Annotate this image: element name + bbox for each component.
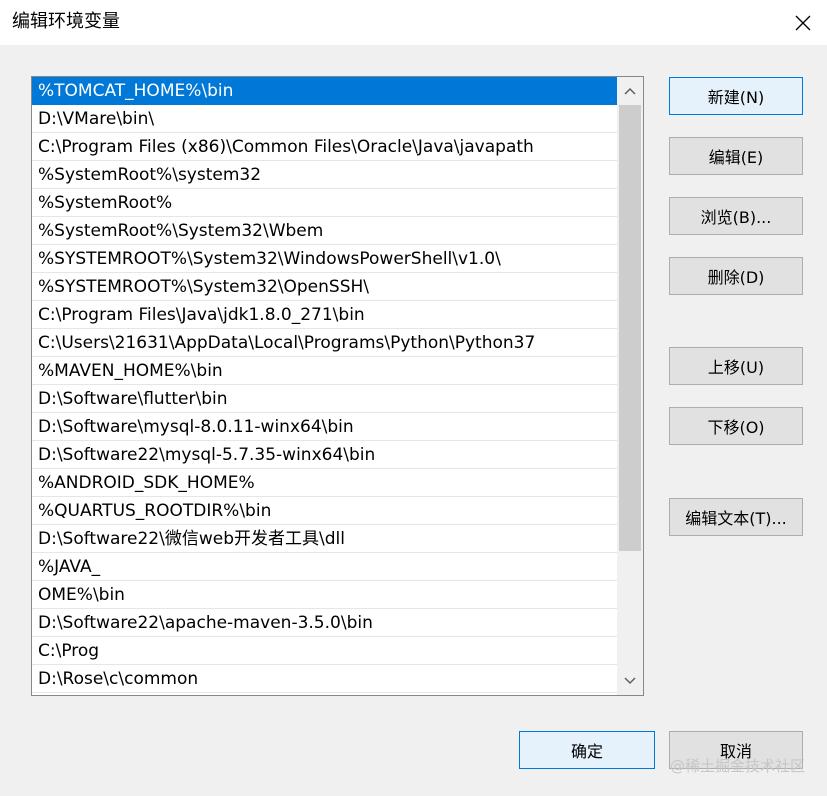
list-item[interactable]: D:\Software\flutter\bin [32, 385, 617, 413]
list-item[interactable]: C:\Program Files (x86)\Common Files\Orac… [32, 133, 617, 161]
list-item[interactable]: %TOMCAT_HOME%\bin [32, 77, 617, 105]
list-item[interactable]: C:\Program Files\Java\jdk1.8.0_271\bin [32, 301, 617, 329]
list-item[interactable]: D:\Software22\mysql-5.7.35-winx64\bin [32, 441, 617, 469]
edit-button[interactable]: 编辑(E) [669, 137, 803, 175]
window-title: 编辑环境变量 [12, 11, 120, 32]
edit-text-button[interactable]: 编辑文本(T)... [669, 498, 803, 536]
title-bar: 编辑环境变量 [0, 0, 827, 45]
chevron-up-icon [624, 87, 636, 95]
list-item[interactable]: C:\Users\21631\AppData\Local\Programs\Py… [32, 329, 617, 357]
delete-button[interactable]: 删除(D) [669, 257, 803, 295]
move-up-button[interactable]: 上移(U) [669, 347, 803, 385]
list-item[interactable]: %ANDROID_SDK_HOME% [32, 469, 617, 497]
list-item[interactable]: %JAVA_ [32, 553, 617, 581]
scrollbar-thumb[interactable] [619, 105, 641, 551]
list-item[interactable]: D:\Software22\微信web开发者工具\dll [32, 525, 617, 553]
ok-button[interactable]: 确定 [519, 731, 655, 769]
list-item[interactable]: %SystemRoot%\System32\Wbem [32, 217, 617, 245]
path-list-rows: %TOMCAT_HOME%\bin D:\VMare\bin\ C:\Program… [32, 77, 617, 693]
list-item[interactable]: D:\VMare\bin\ [32, 105, 617, 133]
list-item[interactable]: D:\Software\mysql-8.0.11-winx64\bin [32, 413, 617, 441]
list-item[interactable]: %QUARTUS_ROOTDIR%\bin [32, 497, 617, 525]
close-icon [795, 15, 811, 30]
new-button[interactable]: 新建(N) [669, 77, 803, 115]
list-item[interactable]: %SYSTEMROOT%\System32\WindowsPowerShell\… [32, 245, 617, 273]
path-list[interactable]: %TOMCAT_HOME%\bin D:\VMare\bin\ C:\Program… [31, 76, 644, 696]
browse-button[interactable]: 浏览(B)... [669, 197, 803, 235]
list-item[interactable]: OME%\bin [32, 581, 617, 609]
list-item[interactable]: D:\Software22\apache-maven-3.5.0\bin [32, 609, 617, 637]
close-button[interactable] [779, 0, 827, 45]
scroll-up-button[interactable] [617, 77, 643, 105]
vertical-scrollbar[interactable] [617, 77, 643, 695]
list-item[interactable]: C:\Prog [32, 637, 617, 665]
list-item[interactable]: D:\Rose\c\common [32, 665, 617, 693]
list-item[interactable]: %SystemRoot%\system32 [32, 161, 617, 189]
list-item[interactable]: %SystemRoot% [32, 189, 617, 217]
list-item[interactable]: %SYSTEMROOT%\System32\OpenSSH\ [32, 273, 617, 301]
scroll-down-button[interactable] [617, 667, 643, 695]
watermark: @稀土掘金技术社区 [669, 757, 805, 775]
list-item[interactable]: %MAVEN_HOME%\bin [32, 357, 617, 385]
move-down-button[interactable]: 下移(O) [669, 407, 803, 445]
chevron-down-icon [624, 677, 636, 685]
